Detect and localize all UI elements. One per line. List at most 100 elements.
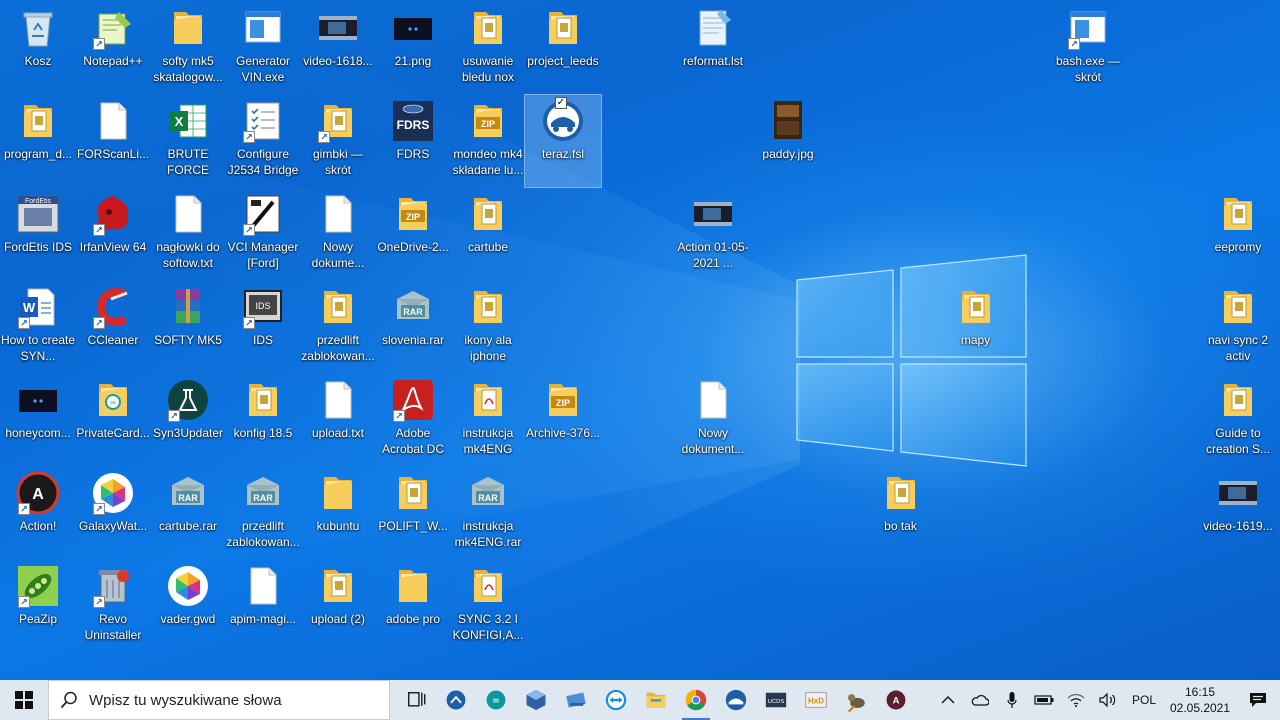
desktop-icon[interactable]: 21.png (375, 2, 451, 94)
system-tray: POL 16:15 02.05.2021 (932, 680, 1280, 720)
desktop-icon[interactable]: ZIP Archive-376... (525, 374, 601, 466)
desktop-icon[interactable]: ↗ Syn3Updater (150, 374, 226, 466)
start-button[interactable] (0, 680, 48, 720)
desktop-icon[interactable]: FordEtis FordEtis IDS (0, 188, 76, 280)
desktop-icon[interactable]: Nowy dokument... (675, 374, 751, 466)
desktop-icon[interactable]: Generator VIN.exe (225, 2, 301, 94)
winrar-icon (164, 285, 212, 329)
desktop-icon[interactable]: navi sync 2 activ (1200, 281, 1276, 373)
desktop-icon[interactable]: nagłowki do softow.txt (150, 188, 226, 280)
desktop-icon[interactable]: Guide to creation S... (1200, 374, 1276, 466)
desktop-icon[interactable]: mapy (938, 281, 1014, 373)
desktop-icon[interactable]: kubuntu (300, 467, 376, 559)
desktop-icon[interactable]: softy mk5 skatalogow... (150, 2, 226, 94)
desktop-icon-label: instrukcja mk4ENG (462, 426, 514, 456)
desktop-icon[interactable]: ✓ teraz.fsl (524, 94, 602, 188)
desktop-icon[interactable]: Nowy dokume... (300, 188, 376, 280)
folder-doc-icon (389, 471, 437, 515)
desktop-icon[interactable]: RAR slovenia.rar (375, 281, 451, 373)
desktop-icon[interactable]: ↗ VCI Manager [Ford] (225, 188, 301, 280)
desktop-icon[interactable]: SYNC 3.2 I KONFIGI,A... (450, 560, 526, 652)
desktop-icon[interactable]: adobe pro (375, 560, 451, 652)
desktop-icon[interactable]: ZIP OneDrive-2... (375, 188, 451, 280)
desktop-icon[interactable]: RAR przedlift zablokowan... (225, 467, 301, 559)
taskbar-app-action-taskbar[interactable]: A (876, 680, 916, 720)
desktop-icon[interactable]: bo tak (863, 467, 939, 559)
onedrive-cloud-icon[interactable] (964, 680, 996, 720)
desktop-icon[interactable]: RAR instrukcja mk4ENG.rar (450, 467, 526, 559)
taskbar-app-task-view[interactable] (396, 680, 436, 720)
desktop-icon[interactable]: ↗ gimbki — skrót (300, 95, 376, 187)
desktop-icon[interactable]: upload (2) (300, 560, 376, 652)
desktop-icon[interactable]: instrukcja mk4ENG (450, 374, 526, 466)
desktop-icon[interactable]: project_leeds (525, 2, 601, 94)
desktop-icon[interactable]: Action 01-05-2021 ... (675, 188, 751, 280)
desktop-icon[interactable]: FORScanLi... (75, 95, 151, 187)
desktop-icon[interactable]: RAR cartube.rar (150, 467, 226, 559)
desktop-icon[interactable]: ↗ GalaxyWat... (75, 467, 151, 559)
taskbar-app-file-explorer[interactable] (636, 680, 676, 720)
taskbar-app-gimp[interactable] (836, 680, 876, 720)
taskbar-app-ucds[interactable]: UCDS (756, 680, 796, 720)
input-language-indicator[interactable]: POL (1124, 693, 1164, 707)
desktop-icon[interactable]: A ↗ Action! (0, 467, 76, 559)
svg-text:RAR: RAR (403, 307, 423, 317)
desktop-icon[interactable]: reformat.lst (675, 2, 751, 94)
desktop-icon[interactable]: przedlift zablokowan... (300, 281, 376, 373)
desktop-icon[interactable]: cartube (450, 188, 526, 280)
blank-file-icon (164, 192, 212, 236)
desktop-icon[interactable]: video-1618... (300, 2, 376, 94)
desktop-icon[interactable]: ↗ IrfanView 64 (75, 188, 151, 280)
taskbar-app-ids-taskbar[interactable] (556, 680, 596, 720)
gimp-icon (840, 684, 872, 716)
desktop-icon[interactable]: POLIFT_W... (375, 467, 451, 559)
desktop-icon[interactable]: ↗ Adobe Acrobat DC (375, 374, 451, 466)
taskbar-app-forscan-car[interactable] (716, 680, 756, 720)
taskbar-app-virtualbox[interactable] (516, 680, 556, 720)
folder-doc-icon (464, 285, 512, 329)
desktop-icon[interactable]: eepromy (1200, 188, 1276, 280)
desktop-icon[interactable]: ↗ CCleaner (75, 281, 151, 373)
search-box[interactable]: Wpisz tu wyszukiwane słowa (48, 680, 390, 720)
desktop-icon[interactable]: vader.gwd (150, 560, 226, 652)
desktop-icon[interactable]: ZIP mondeo mk4 składane lu... (450, 95, 526, 187)
battery-icon[interactable] (1028, 680, 1060, 720)
volume-icon[interactable] (1092, 680, 1124, 720)
taskbar-app-chrome[interactable] (676, 680, 716, 720)
desktop-icon[interactable]: paddy.jpg (750, 95, 826, 187)
desktop[interactable]: Kosz ↗ Notepad++ softy mk5 skatalogow... Gen… (0, 0, 1280, 680)
microphone-icon[interactable] (996, 680, 1028, 720)
desktop-icon[interactable]: Kosz (0, 2, 76, 94)
desktop-icon[interactable]: ikony ala iphone (450, 281, 526, 373)
desktop-icon[interactable]: IDS ↗ IDS (225, 281, 301, 373)
desktop-icon[interactable]: FDRS FDRS (375, 95, 451, 187)
desktop-icon[interactable]: konfig 18.5 (225, 374, 301, 466)
desktop-icon[interactable]: X BRUTE FORCE UCDS (1).xlsx (150, 95, 226, 187)
desktop-icon[interactable]: video-1619... (1200, 467, 1276, 559)
desktop-icon[interactable]: ↗ bash.exe — skrót (1050, 2, 1126, 94)
desktop-icon[interactable]: upload.txt (300, 374, 376, 466)
desktop-icon[interactable]: ∞ PrivateCard... (75, 374, 151, 466)
desktop-icon-label: How to create SYN... (0, 333, 76, 363)
desktop-icon[interactable]: ↗ PeaZip (0, 560, 76, 652)
taskbar-app-hxd[interactable]: HxD (796, 680, 836, 720)
desktop-icon[interactable]: apim-magi... (225, 560, 301, 652)
taskbar-app-arduino[interactable]: ∞ (476, 680, 516, 720)
clock[interactable]: 16:15 02.05.2021 (1164, 684, 1236, 716)
desktop-icon[interactable]: ↗ Configure J2534 Bridge (225, 95, 301, 187)
desktop-icon[interactable]: program_d... (0, 95, 76, 187)
desktop-icon[interactable]: usuwanie bledu nox (450, 2, 526, 94)
exe-window-icon (239, 6, 287, 50)
desktop-icon[interactable]: SOFTY MK5 (150, 281, 226, 373)
desktop-icon[interactable]: ↗ Revo Uninstaller (75, 560, 151, 652)
chevron-up-icon[interactable] (932, 680, 964, 720)
taskbar-app-forscan-taskbar[interactable] (436, 680, 476, 720)
selection-checkbox-icon[interactable]: ✓ (555, 97, 567, 109)
taskbar-app-teamviewer[interactable] (596, 680, 636, 720)
wifi-icon[interactable] (1060, 680, 1092, 720)
desktop-icon[interactable]: honeycom... (0, 374, 76, 466)
svg-text:RAR: RAR (478, 493, 498, 503)
action-center-button[interactable] (1236, 680, 1280, 720)
desktop-icon[interactable]: ↗ Notepad++ (75, 2, 151, 94)
desktop-icon[interactable]: W ↗ How to create SYN... (0, 281, 76, 373)
